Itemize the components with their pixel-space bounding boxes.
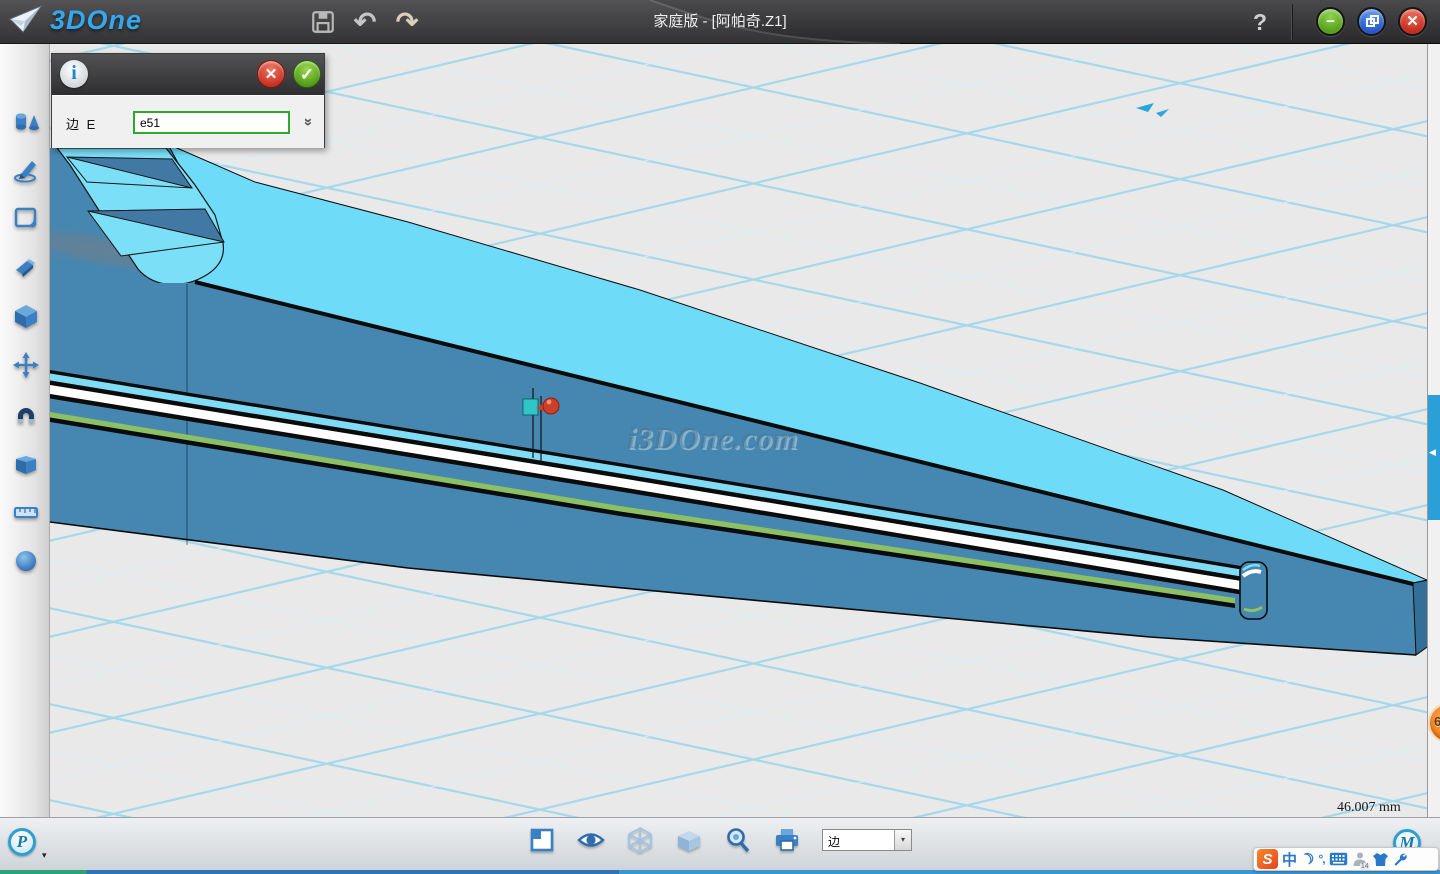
sidebar-item-constraint[interactable]: [12, 400, 40, 428]
tshirt-icon: [1372, 852, 1389, 867]
ime-logo[interactable]: S: [1257, 849, 1278, 869]
measurement-readout: 46.007 mm: [1337, 800, 1401, 815]
ime-keyboard-button[interactable]: [1329, 848, 1348, 870]
person-count-badge: 14: [1360, 863, 1370, 870]
edge-info-dialog: i ✕ ✓ 边 E »: [51, 53, 325, 148]
community-badge[interactable]: 67: [1428, 703, 1440, 743]
sidebar-item-trim[interactable]: [12, 253, 40, 281]
badge-count: 67: [1434, 714, 1440, 729]
ime-account-button[interactable]: 14: [1352, 848, 1368, 870]
solid-cube-icon: [12, 302, 40, 330]
info-icon: i: [60, 60, 88, 88]
close-button[interactable]: ✕: [1398, 7, 1427, 36]
trim-eraser-icon: [12, 253, 40, 281]
zoom-search-button[interactable]: [724, 826, 752, 854]
visibility-button[interactable]: [577, 826, 605, 854]
panel-collapse-handle[interactable]: ◀: [1428, 395, 1440, 520]
print-icon: [773, 826, 801, 854]
zoom-search-icon: [724, 826, 752, 854]
edge-input[interactable]: [133, 111, 290, 134]
shaded-view-icon: [675, 826, 703, 854]
sidebar-item-solid[interactable]: [12, 302, 40, 330]
sketch-pencil-icon: [12, 156, 40, 184]
title-bar: 3DOne ↶ ↷ 家庭版 - [阿帕奇.Z1] ? − ✕: [0, 0, 1440, 44]
shaded-view-button[interactable]: [675, 826, 703, 854]
move-arrows-icon: [12, 351, 40, 379]
sidebar-item-sketch[interactable]: [12, 156, 40, 184]
dialog-cancel-button[interactable]: ✕: [257, 60, 285, 88]
profile-badge-left[interactable]: P: [8, 828, 36, 856]
viewport-layout-icon: [528, 826, 556, 854]
sketch-plane-icon: [12, 204, 40, 232]
sidebar-item-measure[interactable]: [12, 498, 40, 526]
ime-punctuation-icon[interactable]: °,: [1318, 848, 1324, 870]
tool-sidebar: [0, 44, 50, 817]
sidebar-item-primitive-shapes[interactable]: [12, 108, 40, 136]
titlebar-separator: [1291, 4, 1292, 40]
primitive-shapes-icon: [12, 108, 40, 136]
help-button[interactable]: ?: [1245, 7, 1275, 37]
measure-ruler-icon: [12, 498, 40, 526]
minimize-button[interactable]: −: [1316, 7, 1345, 36]
visibility-eye-icon: [577, 826, 605, 854]
ime-toolbar: S 中 ☽ °, 14: [1253, 847, 1439, 871]
viewport-layout-button[interactable]: [528, 826, 556, 854]
filter-value: 边: [828, 833, 840, 850]
restore-button[interactable]: [1357, 7, 1386, 36]
collapse-arrow-icon: ◀: [1429, 447, 1436, 458]
ime-skin-button[interactable]: [1372, 848, 1389, 870]
selection-filter-dropdown[interactable]: 边 ▾: [822, 829, 912, 851]
expand-chevron-icon[interactable]: »: [297, 113, 319, 131]
bottom-bar: P ▾: [0, 817, 1440, 870]
window-title: 家庭版 - [阿帕奇.Z1]: [0, 0, 1440, 44]
right-panel-strip: ◀ 67: [1427, 44, 1440, 817]
dropdown-arrow-icon[interactable]: ▾: [894, 830, 911, 850]
widget-anchor-square: [523, 399, 538, 415]
wireframe-view-button[interactable]: [626, 826, 654, 854]
ime-settings-button[interactable]: [1393, 848, 1408, 870]
sidebar-item-render[interactable]: [12, 547, 40, 575]
wrench-icon: [1393, 852, 1408, 867]
watermark: i3DOne.com: [627, 420, 798, 455]
ime-lang-toggle[interactable]: 中: [1282, 848, 1297, 870]
model-blade-tip: [1240, 562, 1267, 619]
window-bottom-border: [0, 870, 1440, 874]
sidebar-item-assembly[interactable]: [12, 449, 40, 477]
dialog-confirm-button[interactable]: ✓: [293, 60, 321, 88]
print-button[interactable]: [773, 826, 801, 854]
wireframe-view-icon: [626, 826, 654, 854]
edge-field-label: 边 E: [66, 114, 97, 133]
dialog-body: 边 E »: [52, 95, 324, 148]
model-end-cap: [1413, 580, 1427, 655]
dialog-header[interactable]: i ✕ ✓: [52, 54, 324, 95]
sidebar-item-sketch-plane[interactable]: [12, 204, 40, 232]
ime-moon-icon[interactable]: ☽: [1297, 846, 1318, 872]
magnet-icon: [12, 400, 40, 428]
sidebar-item-move[interactable]: [12, 351, 40, 379]
keyboard-icon: [1329, 852, 1348, 866]
profile-menu-arrow[interactable]: ▾: [42, 850, 47, 861]
viewport-3d[interactable]: i3DOne.com i3DOne.com 46.007 mm: [50, 44, 1427, 817]
assembly-box-icon: [12, 449, 40, 477]
plane-cursor-marker: [1136, 103, 1169, 117]
render-sphere-icon: [12, 547, 40, 575]
